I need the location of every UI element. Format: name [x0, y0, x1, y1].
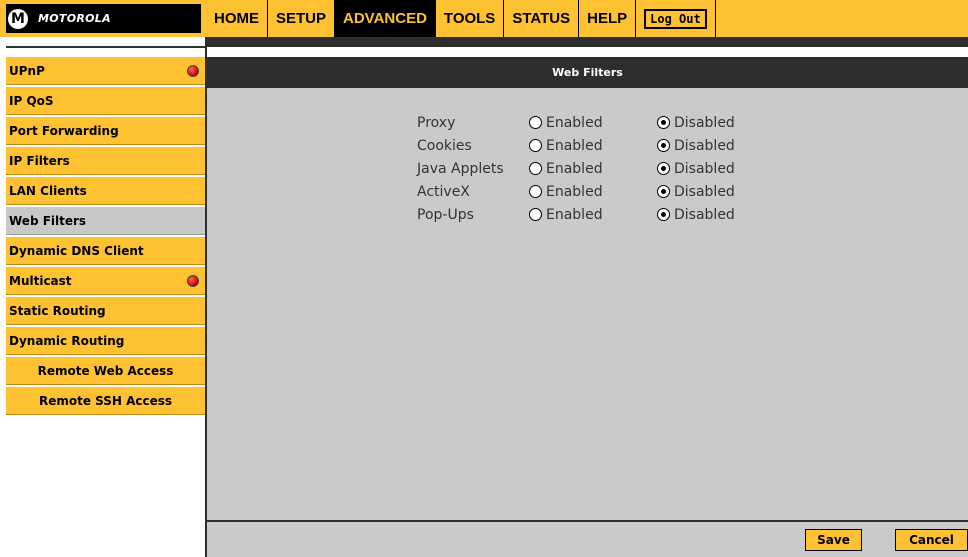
- sidebar-item-label: Dynamic DNS Client: [9, 243, 144, 258]
- radio-label: Disabled: [674, 183, 735, 200]
- radio-label: Enabled: [546, 137, 603, 154]
- sidebar-item-label: LAN Clients: [9, 183, 87, 198]
- radio-label: Disabled: [674, 114, 735, 131]
- filter-row-pop-ups: Pop-Ups Enabled Disabled: [417, 203, 767, 226]
- sidebar-item-web-filters[interactable]: Web Filters: [6, 207, 205, 235]
- page-title: Web Filters: [207, 57, 968, 88]
- main-panel: Web Filters Proxy Enabled Disabled Cooki…: [207, 57, 968, 557]
- sidebar-item-label: Remote SSH Access: [38, 393, 173, 408]
- alert-dot-icon: [187, 64, 199, 77]
- motorola-batwing-icon: M: [8, 8, 28, 29]
- save-button[interactable]: Save: [805, 529, 862, 551]
- nav-status[interactable]: STATUS: [504, 0, 580, 37]
- activex-enabled-option[interactable]: Enabled: [529, 184, 657, 200]
- radio-label: Enabled: [546, 160, 603, 177]
- motorola-logo: M MOTOROLA: [6, 4, 201, 33]
- proxy-enabled-radio[interactable]: [529, 116, 542, 129]
- alert-dot-icon: [187, 274, 199, 287]
- filter-row-cookies: Cookies Enabled Disabled: [417, 134, 767, 157]
- java-applets-enabled-option[interactable]: Enabled: [529, 161, 657, 177]
- sidebar-item-label: Static Routing: [9, 303, 106, 318]
- nav-setup[interactable]: SETUP: [268, 0, 336, 37]
- filter-label: Java Applets: [417, 160, 504, 177]
- sidebar-item-multicast[interactable]: Multicast: [6, 267, 205, 295]
- sidebar-item-upnp[interactable]: UPnP: [6, 57, 205, 85]
- pop-ups-disabled-option[interactable]: Disabled: [657, 207, 767, 223]
- main-nav: HOME SETUP ADVANCED TOOLS STATUS HELP Lo…: [206, 0, 716, 37]
- activex-disabled-option[interactable]: Disabled: [657, 184, 767, 200]
- sidebar-item-static-routing[interactable]: Static Routing: [6, 297, 205, 325]
- radio-label: Disabled: [674, 160, 735, 177]
- filter-row-activex: ActiveX Enabled Disabled: [417, 180, 767, 203]
- sidebar-item-ip-qos[interactable]: IP QoS: [6, 87, 205, 115]
- sidebar-item-label: IP Filters: [9, 153, 70, 168]
- java-applets-disabled-radio[interactable]: [657, 162, 670, 175]
- filter-label: ActiveX: [417, 183, 470, 200]
- sidebar-item-label: Web Filters: [9, 213, 87, 228]
- cookies-enabled-radio[interactable]: [529, 139, 542, 152]
- proxy-enabled-option[interactable]: Enabled: [529, 115, 657, 131]
- sidebar: UPnP IP QoS Port Forwarding IP Filters L…: [6, 57, 205, 417]
- activex-disabled-radio[interactable]: [657, 185, 670, 198]
- cookies-disabled-radio[interactable]: [657, 139, 670, 152]
- sidebar-item-port-forwarding[interactable]: Port Forwarding: [6, 117, 205, 145]
- sidebar-item-label: Dynamic Routing: [9, 333, 125, 348]
- activex-enabled-radio[interactable]: [529, 185, 542, 198]
- proxy-disabled-option[interactable]: Disabled: [657, 115, 767, 131]
- radio-label: Enabled: [546, 114, 603, 131]
- proxy-disabled-radio[interactable]: [657, 116, 670, 129]
- radio-label: Disabled: [674, 206, 735, 223]
- nav-home[interactable]: HOME: [206, 0, 268, 37]
- sidebar-item-remote-web-access[interactable]: Remote Web Access: [6, 357, 205, 385]
- sidebar-item-label: UPnP: [9, 63, 45, 78]
- filter-row-java-applets: Java Applets Enabled Disabled: [417, 157, 767, 180]
- web-filters-form: Proxy Enabled Disabled Cookies Enabled D…: [417, 111, 767, 226]
- sidebar-top-divider: [6, 46, 206, 48]
- filter-label: Proxy: [417, 114, 456, 131]
- top-navigation-bar: M MOTOROLA HOME SETUP ADVANCED TOOLS STA…: [0, 0, 968, 37]
- cancel-button[interactable]: Cancel: [895, 529, 968, 551]
- sidebar-item-remote-ssh-access[interactable]: Remote SSH Access: [6, 387, 205, 415]
- cookies-enabled-option[interactable]: Enabled: [529, 138, 657, 154]
- nav-help[interactable]: HELP: [579, 0, 637, 37]
- brand-name: MOTOROLA: [38, 12, 111, 25]
- radio-label: Enabled: [546, 206, 603, 223]
- pop-ups-enabled-option[interactable]: Enabled: [529, 207, 657, 223]
- sidebar-item-dynamic-dns-client[interactable]: Dynamic DNS Client: [6, 237, 205, 265]
- nav-advanced[interactable]: ADVANCED: [335, 0, 436, 37]
- java-applets-enabled-radio[interactable]: [529, 162, 542, 175]
- header-stripe: [206, 37, 968, 47]
- java-applets-disabled-option[interactable]: Disabled: [657, 161, 767, 177]
- sidebar-item-dynamic-routing[interactable]: Dynamic Routing: [6, 327, 205, 355]
- sidebar-item-lan-clients[interactable]: LAN Clients: [6, 177, 205, 205]
- logout-button[interactable]: Log Out: [644, 8, 707, 29]
- pop-ups-enabled-radio[interactable]: [529, 208, 542, 221]
- cookies-disabled-option[interactable]: Disabled: [657, 138, 767, 154]
- filter-label: Pop-Ups: [417, 206, 474, 223]
- sidebar-item-label: Remote Web Access: [37, 363, 174, 378]
- radio-label: Enabled: [546, 183, 603, 200]
- filter-label: Cookies: [417, 137, 472, 154]
- nav-logout-cell: Log Out: [636, 0, 716, 37]
- filter-row-proxy: Proxy Enabled Disabled: [417, 111, 767, 134]
- sidebar-item-ip-filters[interactable]: IP Filters: [6, 147, 205, 175]
- sidebar-item-label: Port Forwarding: [9, 123, 119, 138]
- footer-divider: [207, 520, 968, 522]
- sidebar-item-label: IP QoS: [9, 93, 54, 108]
- nav-tools[interactable]: TOOLS: [435, 0, 505, 37]
- radio-label: Disabled: [674, 137, 735, 154]
- sidebar-item-label: Multicast: [9, 273, 72, 288]
- pop-ups-disabled-radio[interactable]: [657, 208, 670, 221]
